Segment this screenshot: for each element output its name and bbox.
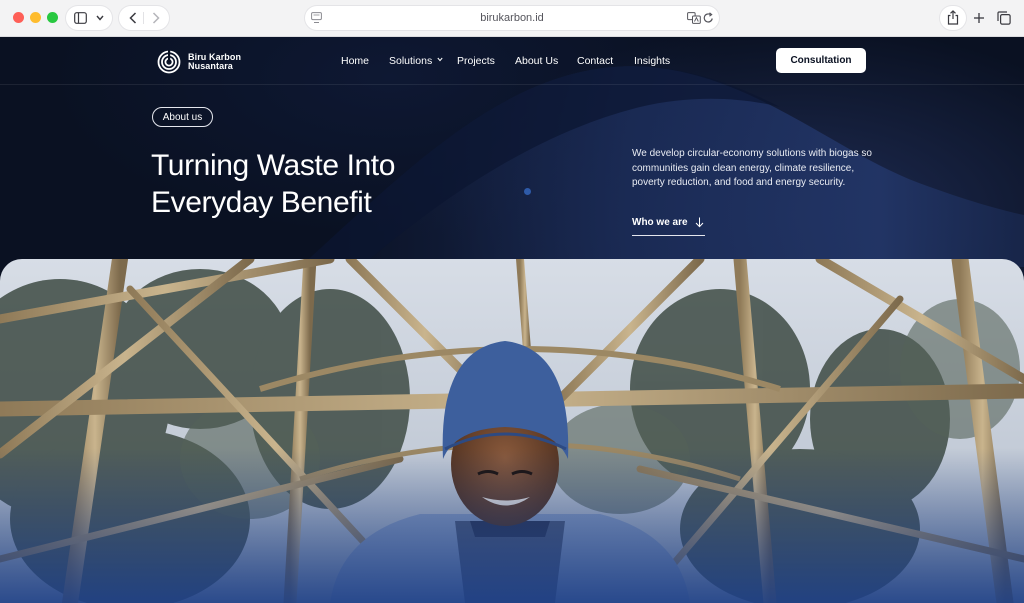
close-window-button[interactable] [13, 12, 24, 23]
nav-solutions[interactable]: Solutions [389, 55, 432, 67]
history-navigation [119, 6, 169, 30]
window-controls [13, 12, 58, 23]
headline-line-2: Everyday Benefit [151, 186, 372, 219]
forward-icon[interactable] [152, 12, 160, 24]
nav-home[interactable]: Home [341, 55, 369, 67]
nav-about-us[interactable]: About Us [515, 55, 558, 67]
new-tab-icon [973, 12, 985, 24]
back-icon[interactable] [129, 12, 137, 24]
share-button[interactable] [940, 6, 966, 30]
consultation-button[interactable]: Consultation [776, 48, 866, 73]
hero-headline: Turning Waste Into Everyday Benefit [151, 147, 395, 221]
nav-projects[interactable]: Projects [457, 55, 495, 67]
nav-contact[interactable]: Contact [577, 55, 613, 67]
site-logo[interactable]: Biru Karbon Nusantara [157, 50, 241, 74]
translate-icon[interactable] [687, 12, 701, 24]
hero-photo [0, 259, 1024, 603]
bamboo-structure-man-illustration [0, 259, 1024, 603]
reload-icon[interactable] [703, 12, 714, 24]
about-us-tag: About us [152, 107, 213, 127]
logo-line-2: Nusantara [188, 61, 233, 71]
sidebar-toggle-button[interactable] [66, 6, 112, 30]
decorative-dot [524, 188, 531, 195]
tabs-overview-button[interactable] [992, 6, 1016, 30]
sidebar-icon [74, 12, 87, 24]
solutions-chevron-down-icon[interactable] [437, 57, 443, 62]
minimize-window-button[interactable] [30, 12, 41, 23]
web-page: Biru Karbon Nusantara Home Solutions Pro… [0, 37, 1024, 603]
navigation-divider [143, 12, 144, 24]
tabs-overview-icon [997, 11, 1011, 25]
zoom-window-button[interactable] [47, 12, 58, 23]
nav-insights[interactable]: Insights [634, 55, 670, 67]
header-divider [0, 84, 1024, 85]
chevron-down-icon[interactable] [96, 15, 104, 21]
url-text: birukarbon.id [480, 12, 544, 24]
who-we-are-link[interactable]: Who we are [632, 217, 705, 236]
share-icon [947, 10, 959, 25]
hero-description: We develop circular-economy solutions wi… [632, 148, 872, 188]
address-bar[interactable]: birukarbon.id [305, 6, 719, 30]
who-we-are-label: Who we are [632, 217, 688, 228]
headline-line-1: Turning Waste Into [151, 149, 396, 182]
logo-text: Biru Karbon Nusantara [188, 53, 241, 71]
new-tab-button[interactable] [967, 6, 991, 30]
logo-mark-icon [157, 50, 181, 74]
arrow-down-icon [695, 217, 704, 228]
browser-toolbar: birukarbon.id [0, 0, 1024, 37]
